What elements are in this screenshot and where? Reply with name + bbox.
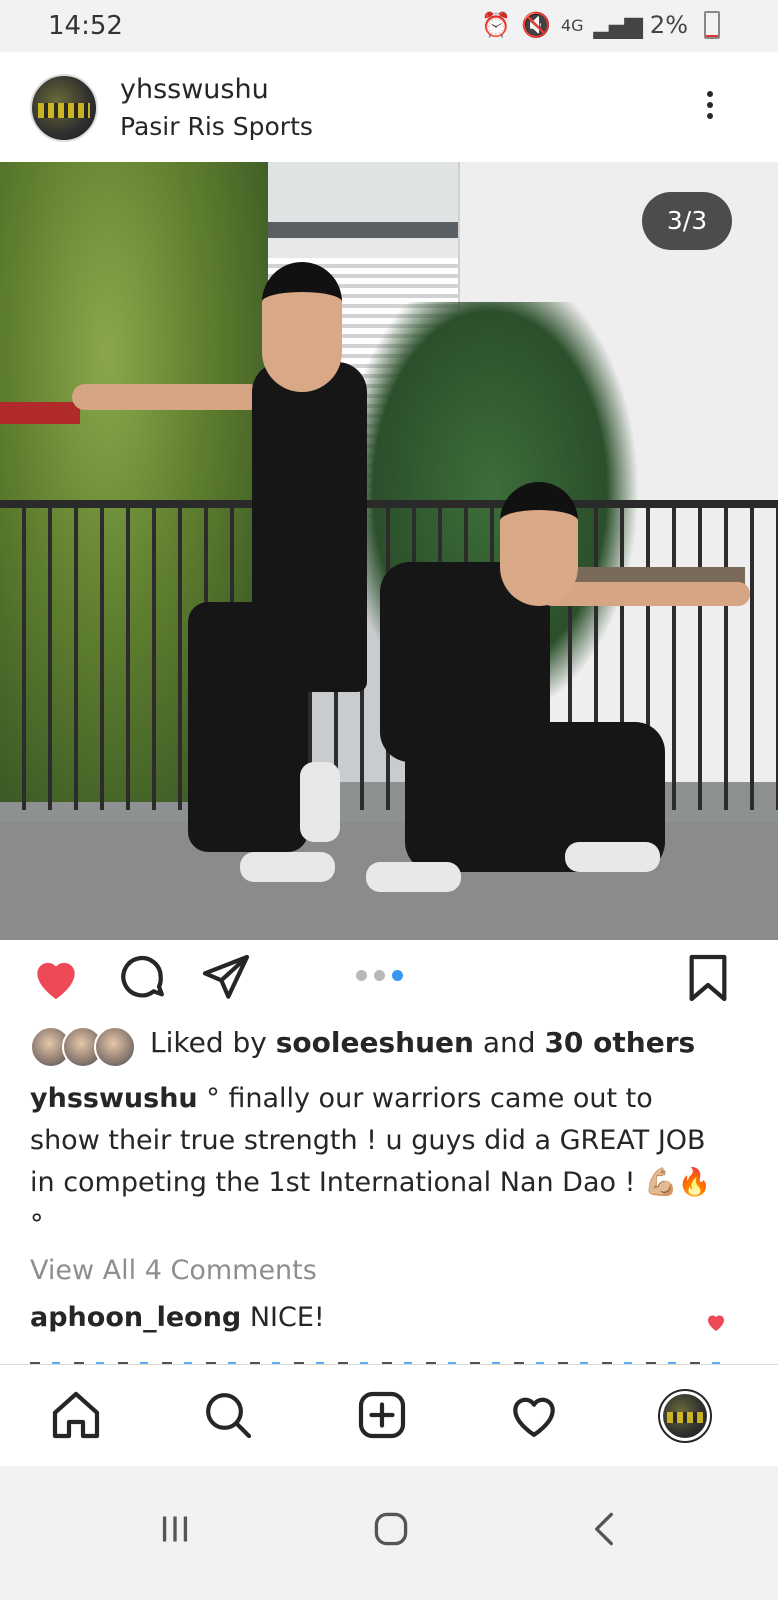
back-icon[interactable]: [580, 1504, 630, 1554]
system-home-icon[interactable]: [366, 1504, 416, 1554]
athlete-2-shoe: [366, 862, 461, 892]
athlete-1-shoe-raised: [300, 762, 340, 842]
home-icon[interactable]: [48, 1387, 104, 1443]
network-label: 4G: [560, 15, 584, 35]
sword-left: [0, 402, 80, 424]
carousel-dot: [356, 970, 367, 981]
bottom-nav: [0, 1364, 778, 1467]
carousel-indicator: [356, 970, 403, 981]
likes-others[interactable]: 30 others: [544, 1026, 695, 1059]
share-icon[interactable]: [198, 950, 254, 1006]
profile-tab[interactable]: [658, 1389, 712, 1443]
athlete-1-shoe: [240, 852, 335, 882]
post-caption: yhsswushu ° finally our warriors came ou…: [30, 1078, 730, 1246]
post-location[interactable]: Pasir Ris Sports: [120, 112, 313, 141]
signal-icon: ▂▄▆: [593, 11, 643, 39]
activity-heart-icon[interactable]: [506, 1387, 562, 1443]
comment-item: aphoon_leong NICE!: [30, 1302, 325, 1333]
battery-icon: [704, 11, 720, 39]
likes-and: and: [482, 1026, 536, 1059]
liker-username[interactable]: sooleeshuen: [276, 1026, 474, 1059]
liker-avatar: [94, 1026, 136, 1068]
comment-text: NICE!: [249, 1302, 325, 1333]
system-nav-bar: [0, 1466, 778, 1600]
caption-username[interactable]: yhsswushu: [30, 1083, 198, 1114]
athlete-2-head: [500, 482, 578, 606]
likes-prefix: Liked by: [150, 1026, 267, 1059]
post-photo[interactable]: 3/3: [0, 162, 778, 940]
post-header: yhsswushu Pasir Ris Sports: [0, 52, 778, 162]
status-time: 14:52: [48, 11, 123, 41]
likes-text: Liked by sooleeshuen and 30 others: [150, 1026, 695, 1059]
athlete-1-arm: [72, 384, 262, 410]
carousel-dot: [374, 970, 385, 981]
mute-icon: 🔇: [521, 11, 551, 39]
post-actions: [0, 940, 778, 1020]
status-icons: ⏰ 🔇 4G ▂▄▆ 2%: [481, 11, 720, 39]
athlete-1-body: [252, 362, 367, 692]
bookmark-icon[interactable]: [680, 950, 736, 1006]
add-post-icon[interactable]: [354, 1387, 410, 1443]
view-all-comments-link[interactable]: View All 4 Comments: [30, 1255, 317, 1286]
like-heart-icon[interactable]: [28, 950, 84, 1006]
athlete-1-head: [262, 262, 342, 392]
battery-percent: 2%: [649, 11, 688, 39]
photo-counter: 3/3: [642, 192, 732, 250]
likes-row[interactable]: Liked by sooleeshuen and 30 others: [30, 1020, 750, 1070]
comment-username[interactable]: aphoon_leong: [30, 1302, 241, 1333]
carousel-dot-active: [392, 970, 403, 981]
profile-avatar: [663, 1394, 707, 1438]
recent-apps-icon[interactable]: [150, 1504, 200, 1554]
status-bar: 14:52 ⏰ 🔇 4G ▂▄▆ 2%: [0, 0, 778, 52]
profile-avatar[interactable]: [30, 74, 98, 142]
search-icon[interactable]: [200, 1387, 256, 1443]
athlete-2-shoe-back: [565, 842, 660, 872]
comment-icon[interactable]: [114, 950, 170, 1006]
post-username[interactable]: yhsswushu: [120, 74, 269, 105]
comment-like-heart-icon[interactable]: [703, 1310, 729, 1334]
more-options-icon[interactable]: [700, 88, 720, 128]
alarm-icon: ⏰: [481, 11, 512, 39]
